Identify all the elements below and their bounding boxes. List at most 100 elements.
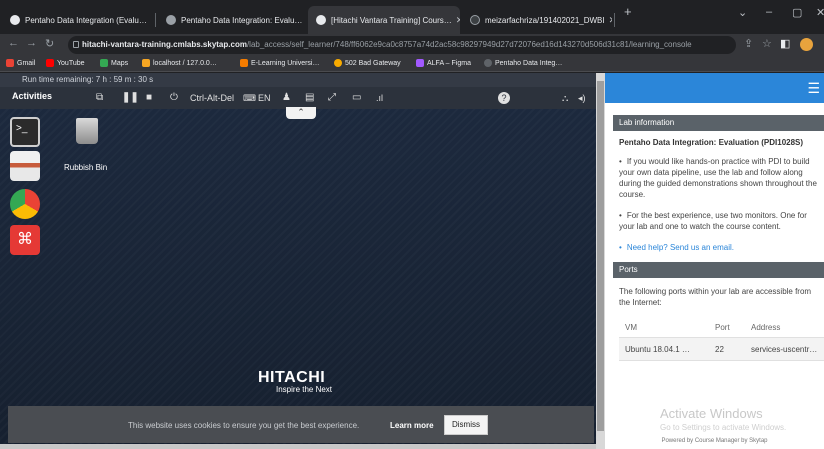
- maximize-icon[interactable]: ▢: [792, 6, 802, 19]
- phpmyadmin-icon: [142, 59, 150, 67]
- cookie-text: This website uses cookies to ensure you …: [128, 421, 360, 430]
- activate-windows-subtitle: Go to Settings to activate Windows.: [660, 423, 787, 432]
- bookmark-elearning[interactable]: E-Learning Universi…: [240, 59, 319, 67]
- youtube-icon: [46, 59, 54, 67]
- moodle-icon: [240, 59, 248, 67]
- volume-icon[interactable]: ◂): [578, 91, 586, 105]
- share-icon[interactable]: ⇪: [744, 37, 753, 50]
- bookmark-localhost[interactable]: localhost / 127.0.0…: [142, 59, 217, 67]
- help-email-link[interactable]: Need help? Send us an email.: [619, 242, 824, 253]
- resize-icon[interactable]: ⤢: [328, 91, 336, 105]
- tab-1[interactable]: Pentaho Data Integration (Evalu… ✕: [2, 6, 152, 34]
- network-icon[interactable]: ⛬: [562, 91, 568, 105]
- tab-4[interactable]: meizarfachriza/191402021_DWBI ✕: [462, 6, 612, 34]
- forward-icon[interactable]: →: [26, 37, 37, 49]
- close-icon[interactable]: ✕: [452, 15, 460, 26]
- ports-description: The following ports within your lab are …: [619, 287, 812, 307]
- url-path: /lab_access/self_learner/748/ff6062e9ca0…: [246, 40, 692, 49]
- chrome-icon[interactable]: [10, 189, 40, 219]
- close-icon[interactable]: ✕: [605, 15, 612, 26]
- help-icon[interactable]: ?: [498, 92, 510, 104]
- tab-3-title: [Hitachi Vantara Training] Cours…: [331, 15, 452, 25]
- clipboard-icon[interactable]: ▤: [305, 91, 314, 105]
- url-host: hitachi-vantara-training.cmlabs.skytap.c…: [82, 40, 247, 49]
- cookie-banner: This website uses cookies to ensure you …: [8, 406, 594, 443]
- rubbish-bin-icon[interactable]: [76, 118, 98, 144]
- bookmarks-bar: Gmail YouTube Maps localhost / 127.0.0… …: [0, 56, 824, 72]
- close-icon[interactable]: ✕: [147, 15, 152, 26]
- user-icon[interactable]: ♟: [282, 91, 291, 105]
- bookmark-pentaho[interactable]: Pentaho Data Integ…: [484, 59, 562, 67]
- browser-tab-strip: Pentaho Data Integration (Evalu… ✕ Penta…: [0, 0, 824, 34]
- github-icon: [470, 15, 480, 25]
- url-input[interactable]: hitachi-vantara-training.cmlabs.skytap.c…: [68, 36, 736, 54]
- lock-icon: [73, 41, 79, 48]
- lab-desktop[interactable]: Run time remaining: 7 h : 59 m : 30 s Ac…: [0, 73, 596, 449]
- bookmark-maps[interactable]: Maps: [100, 59, 128, 67]
- activate-windows-title: Activate Windows: [660, 406, 763, 421]
- display-icon[interactable]: ▭: [352, 91, 361, 105]
- menu-icon[interactable]: ☰: [807, 80, 820, 97]
- lab-info-header: Lab information: [613, 115, 824, 131]
- table-header-vm: VM: [625, 323, 637, 332]
- tab-3-active[interactable]: [Hitachi Vantara Training] Cours… ✕: [308, 6, 460, 34]
- close-icon[interactable]: ✕: [302, 15, 306, 26]
- pause-icon[interactable]: ❚❚: [122, 91, 139, 105]
- keyboard-icon[interactable]: ⌨: [243, 91, 256, 105]
- terminal-icon[interactable]: >_: [10, 117, 40, 147]
- bookmark-youtube[interactable]: YouTube: [46, 59, 85, 67]
- figma-icon: [416, 59, 424, 67]
- chevron-down-icon[interactable]: ⌄: [738, 6, 747, 19]
- vertical-scrollbar[interactable]: [596, 73, 605, 449]
- globe-icon: [334, 59, 342, 67]
- ctrl-alt-del-button[interactable]: Ctrl-Alt-Del: [190, 91, 234, 105]
- table-header-port: Port: [715, 323, 730, 332]
- sidebar-icon[interactable]: ◧: [780, 37, 790, 50]
- minimize-icon[interactable]: –: [766, 6, 772, 18]
- signal-icon[interactable]: .ıl: [376, 91, 383, 105]
- ports-header: Ports: [613, 262, 824, 278]
- github-icon: [10, 15, 20, 25]
- tab-2[interactable]: Pentaho Data Integration: Evalu… ✕: [158, 6, 306, 34]
- tab-4-title: meizarfachriza/191402021_DWBI: [485, 15, 605, 25]
- scrollbar-thumb[interactable]: [597, 81, 604, 431]
- avatar[interactable]: [800, 38, 813, 51]
- activities-button[interactable]: Activities: [12, 91, 52, 101]
- table-cell-vm: Ubuntu 18.04.1 …: [625, 345, 690, 354]
- globe-icon: [484, 59, 492, 67]
- window-icon[interactable]: ⧉: [96, 91, 103, 105]
- stop-icon[interactable]: ■: [146, 91, 152, 105]
- table-cell-address: services-uscentr…: [751, 345, 818, 354]
- tab-2-title: Pentaho Data Integration: Evalu…: [181, 15, 303, 25]
- reload-icon[interactable]: ↻: [45, 37, 54, 50]
- horizontal-scrollbar[interactable]: [0, 444, 596, 449]
- window-close-icon[interactable]: ✕: [816, 6, 824, 19]
- time-remaining: Run time remaining: 7 h : 59 m : 30 s: [0, 73, 596, 87]
- powered-by: Powered by Course Manager by Skytap: [661, 438, 768, 444]
- globe-icon: [166, 15, 176, 25]
- pentaho-spoon-icon[interactable]: ⌘: [10, 225, 40, 255]
- files-icon[interactable]: [10, 151, 40, 181]
- learn-more-link[interactable]: Learn more: [390, 421, 434, 430]
- rubbish-bin-label: Rubbish Bin: [64, 163, 108, 172]
- bookmark-502[interactable]: 502 Bad Gateway: [334, 59, 401, 67]
- back-icon[interactable]: ←: [8, 37, 19, 49]
- bookmark-figma[interactable]: ALFA – Figma: [416, 59, 471, 67]
- bookmark-star-icon[interactable]: ☆: [762, 37, 772, 50]
- chevron-up-icon[interactable]: ⌃: [286, 107, 316, 119]
- hitachi-tagline: Inspire the Next: [276, 385, 333, 394]
- tab-1-title: Pentaho Data Integration (Evalu…: [25, 15, 147, 25]
- info-bullet-2: For the best experience, use two monitor…: [619, 210, 824, 232]
- new-tab-button[interactable]: +: [624, 4, 632, 19]
- table-cell-port: 22: [715, 345, 724, 354]
- lab-toolbar: Activities ⧉ ❚❚ ■ ⏻ Ctrl-Alt-Del ⌨ EN ♟ …: [0, 87, 596, 109]
- globe-icon: [316, 15, 326, 25]
- dismiss-button[interactable]: Dismiss: [444, 415, 488, 435]
- lab-info-panel: ☰ Lab information Pentaho Data Integrati…: [605, 73, 824, 449]
- maps-icon: [100, 59, 108, 67]
- gmail-icon: [6, 59, 14, 67]
- course-title: Pentaho Data Integration: Evaluation (PD…: [619, 138, 804, 147]
- keyboard-language[interactable]: EN: [258, 91, 271, 105]
- power-icon[interactable]: ⏻: [170, 91, 178, 105]
- bookmark-gmail[interactable]: Gmail: [6, 59, 35, 67]
